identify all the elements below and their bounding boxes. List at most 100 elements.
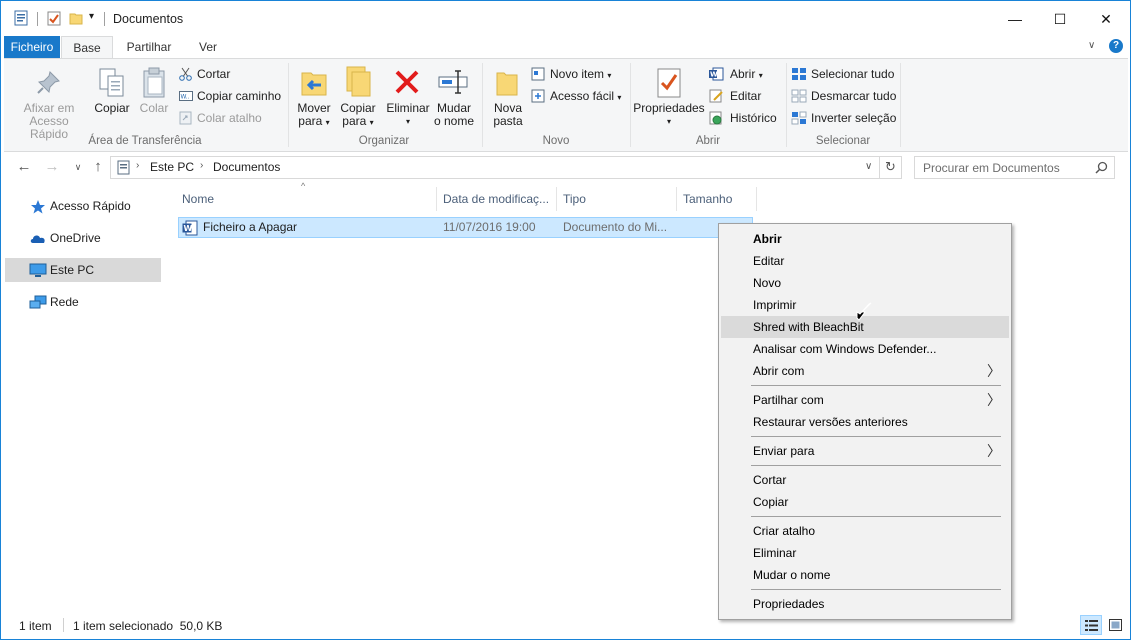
menu-item-cortar[interactable]: Cortar — [721, 469, 1009, 491]
forward-button[interactable]: → — [43, 158, 61, 176]
paste-icon — [143, 67, 165, 98]
menu-item-restaurar-versoes[interactable]: Restaurar versões anteriores — [721, 411, 1009, 433]
menu-separator — [751, 385, 1001, 386]
rename-button[interactable]: Mudar o nome — [432, 102, 476, 128]
properties-button[interactable]: Propriedades ▾ — [631, 102, 707, 128]
breadcrumb-chevron-icon: › — [200, 160, 204, 171]
new-folder-quick-icon[interactable] — [69, 10, 83, 26]
breadcrumb-este-pc[interactable]: Este PC — [150, 160, 194, 174]
menu-item-novo[interactable]: Novo — [721, 272, 1009, 294]
menu-item-mudar-nome[interactable]: Mudar o nome — [721, 564, 1009, 586]
properties-icon — [657, 68, 681, 98]
select-none-icon — [791, 89, 807, 103]
large-icons-view-button[interactable] — [1105, 615, 1127, 635]
separator — [104, 12, 105, 26]
select-none-label: Desmarcar tudo — [811, 89, 897, 103]
properties-quick-icon[interactable] — [14, 10, 28, 26]
copy-to-button[interactable]: Copiar para ▾ — [337, 102, 379, 129]
nav-acesso-rapido[interactable]: Acesso Rápido — [5, 194, 161, 218]
cloud-icon — [30, 235, 45, 243]
ribbon: Afixar em Acesso Rápido Copiar Colar Cor… — [4, 58, 1128, 152]
close-button[interactable]: ✕ — [1083, 1, 1129, 37]
file-date: 11/07/2016 19:00 — [443, 220, 536, 234]
search-icon[interactable] — [1095, 161, 1108, 174]
explorer-window: ▾ Documentos — ☐ ✕ Ficheiro Base Partilh… — [0, 0, 1131, 640]
nav-rede[interactable]: Rede — [5, 290, 161, 314]
column-tipo[interactable]: Tipo — [557, 187, 677, 211]
separator — [37, 12, 38, 26]
menu-item-eliminar[interactable]: Eliminar — [721, 542, 1009, 564]
move-to-icon — [301, 72, 327, 96]
paste-shortcut-label: Colar atalho — [197, 111, 262, 125]
menu-separator — [751, 436, 1001, 437]
breadcrumb-documentos[interactable]: Documentos — [213, 160, 280, 174]
copy-to-label-line2: para — [342, 114, 367, 128]
tab-ficheiro[interactable]: Ficheiro — [4, 36, 60, 58]
dropdown-arrow-icon: ▾ — [405, 117, 410, 126]
menu-item-abrir-com[interactable]: Abrir com 〉 — [721, 360, 1009, 382]
easy-access-icon — [531, 89, 545, 103]
word-icon: W — [709, 67, 724, 81]
column-data-modificacao[interactable]: Data de modificaç... — [437, 187, 557, 211]
tab-base[interactable]: Base — [61, 36, 113, 58]
computer-icon — [29, 263, 47, 277]
nav-este-pc[interactable]: Este PC — [5, 258, 161, 282]
menu-item-abrir[interactable]: Abrir — [721, 228, 1009, 250]
nav-label: Acesso Rápido — [50, 199, 131, 213]
checkmark-quick-icon[interactable] — [47, 10, 61, 26]
delete-button[interactable]: Eliminar ▾ — [385, 102, 431, 128]
move-label-line2: para — [298, 114, 323, 128]
submenu-arrow-icon: 〉 — [987, 443, 1001, 459]
maximize-button[interactable]: ☐ — [1037, 1, 1083, 37]
menu-item-criar-atalho[interactable]: Criar atalho — [721, 520, 1009, 542]
help-icon[interactable]: ? — [1109, 39, 1123, 53]
menu-item-analisar-defender[interactable]: Analisar com Windows Defender... — [721, 338, 1009, 360]
delete-label: Eliminar — [386, 101, 430, 115]
search-input[interactable]: Procurar em Documentos — [914, 156, 1115, 179]
refresh-icon[interactable]: ↻ — [885, 159, 896, 175]
tab-partilhar[interactable]: Partilhar — [117, 36, 181, 58]
address-dropdown-icon[interactable]: ∨ — [865, 161, 872, 172]
minimize-button[interactable]: — — [992, 1, 1038, 37]
status-selection: 1 item selecionado 50,0 KB — [73, 619, 223, 633]
menu-item-enviar-para[interactable]: Enviar para 〉 — [721, 440, 1009, 462]
open-group-label: Abrir — [695, 135, 721, 147]
recent-locations-icon[interactable]: ∨ — [69, 158, 87, 176]
new-item-label: Novo item ▾ — [550, 67, 612, 81]
file-name[interactable]: Ficheiro a Apagar — [203, 220, 297, 234]
menu-separator — [751, 465, 1001, 466]
move-to-button[interactable]: Mover para ▾ — [294, 102, 334, 129]
menu-item-editar[interactable]: Editar — [721, 250, 1009, 272]
edit-label: Editar — [730, 89, 762, 103]
dropdown-arrow-icon: ▾ — [617, 93, 622, 102]
menu-item-copiar[interactable]: Copiar — [721, 491, 1009, 513]
select-group-label: Selecionar — [815, 135, 871, 147]
back-button[interactable]: ← — [15, 158, 33, 176]
file-type: Documento do Mi... — [563, 220, 668, 234]
copy-button[interactable]: Copiar — [92, 102, 132, 115]
details-view-button[interactable] — [1080, 615, 1102, 635]
column-nome[interactable]: Nome — [176, 187, 437, 211]
paste-button[interactable]: Colar — [136, 102, 172, 115]
history-label: Histórico — [730, 111, 777, 125]
network-icon — [29, 295, 47, 309]
address-bar[interactable]: › Este PC › Documentos ∨ ↻ — [110, 156, 902, 179]
menu-item-propriedades[interactable]: Propriedades — [721, 593, 1009, 615]
copy-to-icon — [346, 66, 371, 97]
organize-group-label: Organizar — [358, 135, 410, 147]
new-folder-button[interactable]: Nova pasta — [488, 102, 528, 128]
svg-text:W: W — [184, 224, 193, 233]
nav-onedrive[interactable]: OneDrive — [5, 226, 161, 250]
up-button[interactable]: ↑ — [89, 158, 107, 176]
menu-item-partilhar-com[interactable]: Partilhar com 〉 — [721, 389, 1009, 411]
submenu-arrow-icon: 〉 — [987, 392, 1001, 408]
tab-ver[interactable]: Ver — [187, 36, 229, 58]
dropdown-arrow-icon: ▾ — [758, 71, 763, 80]
copy-path-icon: W.. — [179, 91, 193, 101]
group-separator — [900, 63, 901, 147]
column-tamanho[interactable]: Tamanho — [677, 187, 757, 211]
expand-ribbon-icon[interactable]: ∨ — [1088, 40, 1095, 51]
large-icons-view-icon — [1109, 619, 1122, 631]
breadcrumb-chevron-icon: › — [136, 160, 140, 171]
customize-toolbar-icon[interactable]: ▾ — [89, 11, 94, 22]
